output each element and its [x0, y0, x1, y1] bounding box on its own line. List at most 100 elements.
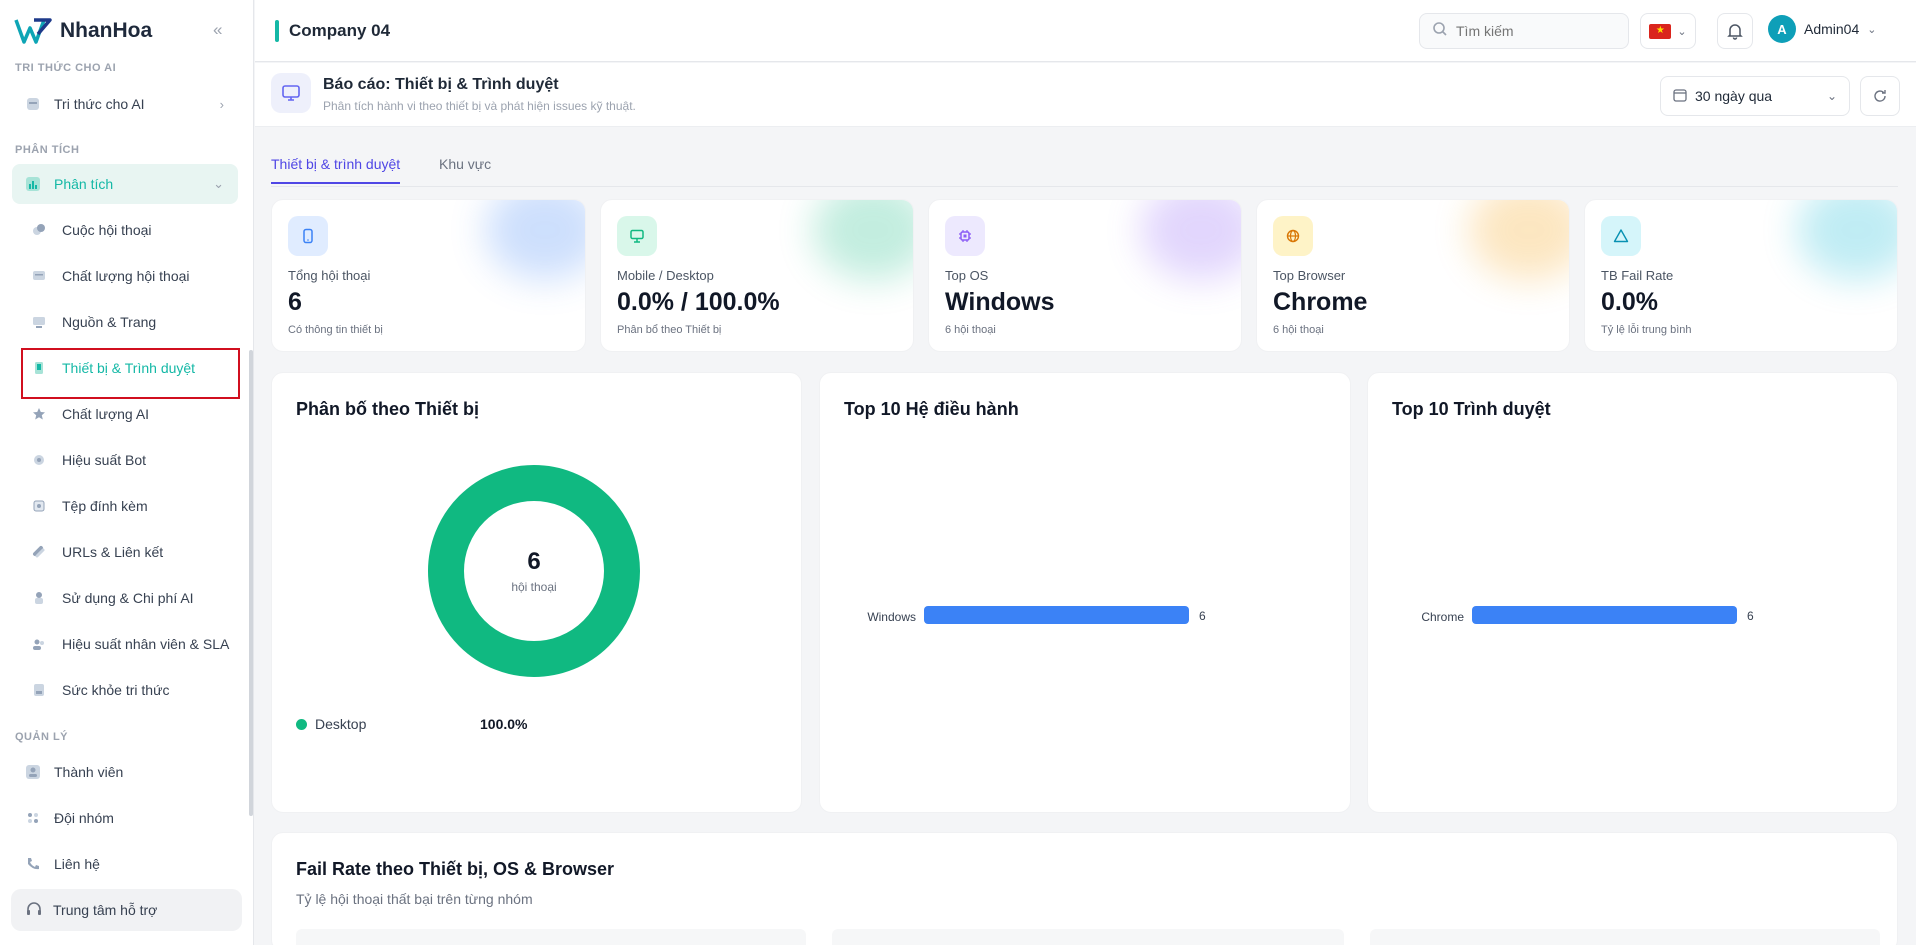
collapse-sidebar-icon[interactable]: « [213, 20, 222, 40]
refresh-button[interactable] [1860, 76, 1900, 116]
bell-icon [1727, 24, 1743, 40]
kpi-total-conversations: Tổng hội thoại 6 Có thông tin thiết bị [271, 199, 586, 352]
link-icon [30, 543, 48, 561]
sidebar: NhanHoa « TRI THỨC CHO AI Tri thức cho A… [0, 0, 254, 945]
vietnam-flag-icon: ★ [1649, 23, 1672, 39]
sidebar-item-members[interactable]: Thành viên [12, 752, 238, 792]
sidebar-scrollbar[interactable] [249, 350, 253, 816]
kpi-label: Top OS [945, 268, 989, 283]
chevron-down-icon: ⌄ [1867, 23, 1877, 36]
logo-icon [14, 18, 52, 44]
sidebar-item-ai-usage[interactable]: Sử dụng & Chi phí AI [20, 578, 238, 618]
kpi-value: 0.0% / 100.0% [617, 288, 780, 316]
kpi-glow [485, 200, 585, 280]
os-bar[interactable] [924, 606, 1189, 624]
chevron-down-icon: ⌄ [213, 176, 224, 191]
top-browser-card: Top 10 Trình duyệt Chrome 6 [1367, 372, 1898, 813]
kpi-top-os: Top OS Windows 6 hội thoại [928, 199, 1242, 352]
legend-item-desktop: Desktop 100.0% [296, 716, 716, 732]
kpi-value: 6 [288, 288, 302, 316]
browser-category-label: Chrome [1421, 610, 1464, 624]
team-icon [24, 809, 42, 827]
chart-icon [24, 175, 42, 193]
highlight-box [21, 348, 240, 399]
kpi-value: Windows [945, 288, 1055, 316]
sidebar-item-label: Sức khỏe tri thức [62, 682, 170, 698]
tab-region[interactable]: Khu vực [439, 156, 491, 182]
chat-icon [30, 221, 48, 239]
user-menu[interactable]: A Admin04 ⌄ [1768, 15, 1876, 43]
chevron-down-icon: ⌄ [1826, 89, 1837, 103]
kpi-glow [1141, 200, 1241, 280]
report-subtitle: Phân tích hành vi theo thiết bị và phát … [323, 99, 636, 113]
sidebar-item-contacts[interactable]: Liên hệ [12, 844, 238, 880]
phone-icon [24, 855, 42, 873]
sidebar-item-label: Chất lượng AI [62, 406, 150, 422]
support-center-button[interactable]: Trung tâm hỗ trợ [11, 889, 242, 931]
sidebar-item-label: Sử dụng & Chi phí AI [62, 590, 194, 606]
gear-icon [30, 451, 48, 469]
sidebar-item-label: Phân tích [54, 176, 114, 192]
sidebar-item-bot-performance[interactable]: Hiệu suất Bot [20, 440, 238, 480]
sidebar-item-attachments[interactable]: Tệp đính kèm [20, 486, 238, 526]
refresh-icon [1874, 90, 1886, 102]
top-os-card: Top 10 Hệ điều hành Windows 6 [819, 372, 1351, 813]
device-distribution-card: Phân bố theo Thiết bị 6 hội thoại Deskto… [271, 372, 802, 813]
card-title: Top 10 Trình duyệt [1392, 399, 1551, 419]
brand-name: NhanHoa [60, 19, 153, 42]
user-icon [24, 763, 42, 781]
search-input[interactable] [1456, 23, 1616, 39]
sidebar-item-knowledge-health[interactable]: Sức khỏe tri thức [20, 670, 238, 710]
date-range-value: 30 ngày qua [1695, 88, 1773, 104]
legend-dot [296, 718, 307, 730]
sidebar-item-label: Hiệu suất nhân viên & SLA [62, 636, 230, 652]
sidebar-item-sources[interactable]: Nguồn & Trang [20, 302, 238, 342]
card-title: Phân bố theo Thiết bị [296, 399, 479, 419]
sidebar-item-label: Nguồn & Trang [62, 314, 157, 330]
kpi-value: Chrome [1273, 288, 1368, 316]
sidebar-item-ai-quality[interactable]: Chất lượng AI [20, 394, 238, 434]
sidebar-item-conversation-quality[interactable]: Chất lượng hội thoại [20, 256, 238, 296]
sidebar-item-analytics[interactable]: Phân tích ⌄ [12, 164, 238, 204]
users-icon [30, 635, 48, 653]
sidebar-item-label: Thành viên [54, 764, 124, 780]
desktop-icon [30, 313, 48, 331]
message-icon [30, 267, 48, 285]
language-selector[interactable]: ★ ⌄ [1640, 13, 1696, 49]
brand-logo[interactable]: NhanHoa [14, 12, 152, 50]
sidebar-item-knowledge[interactable]: Tri thức cho AI › [12, 84, 238, 124]
report-tabs: Thiết bị & trình duyệt Khu vực [271, 150, 1898, 187]
search-box[interactable] [1419, 13, 1629, 49]
donut-center-value: 6 [527, 548, 541, 575]
fail-rate-browser-panel [1370, 929, 1880, 945]
sidebar-item-label: Tri thức cho AI [54, 96, 145, 112]
paperclip-icon [30, 497, 48, 515]
section-analytics: PHÂN TÍCH [15, 144, 80, 156]
card-subtitle: Tỷ lệ hội thoại thất bại trên từng nhóm [296, 891, 533, 907]
kpi-subtext: Phân bổ theo Thiết bị [617, 324, 722, 336]
donut-center: 6 hội thoại [428, 465, 640, 677]
legend-label: Desktop [315, 716, 367, 732]
monitor-icon [271, 73, 311, 113]
browser-bar[interactable] [1472, 606, 1737, 624]
kpi-subtext: 6 hội thoại [1273, 324, 1324, 336]
sidebar-item-label: URLs & Liên kết [62, 544, 164, 560]
sidebar-item-urls[interactable]: URLs & Liên kết [20, 532, 238, 572]
kpi-subtext: Có thông tin thiết bị [288, 324, 383, 336]
sidebar-item-teams[interactable]: Đội nhóm [12, 798, 238, 838]
date-range-select[interactable]: 30 ngày qua ⌄ [1660, 76, 1850, 116]
sidebar-item-conversations[interactable]: Cuộc hội thoại [20, 210, 238, 250]
browser-bar-chart: Chrome 6 [1421, 606, 1754, 624]
browser-value-label: 6 [1747, 609, 1754, 623]
headset-icon [25, 900, 43, 921]
sidebar-nav: TRI THỨC CHO AI Tri thức cho AI › PHÂN T… [0, 60, 254, 880]
sidebar-item-label: Hiệu suất Bot [62, 452, 147, 468]
sidebar-item-staff-sla[interactable]: Hiệu suất nhân viên & SLA [20, 624, 238, 664]
sidebar-item-label: Tệp đính kèm [62, 498, 148, 514]
kpi-subtext: 6 hội thoại [945, 324, 996, 336]
tab-devices-browsers[interactable]: Thiết bị & trình duyệt [271, 156, 401, 184]
company-name: Company 04 [289, 21, 391, 40]
kpi-mobile-desktop: Mobile / Desktop 0.0% / 100.0% Phân bổ t… [600, 199, 914, 352]
notifications-button[interactable] [1717, 13, 1753, 49]
chevron-down-icon: ⌄ [1677, 25, 1687, 38]
